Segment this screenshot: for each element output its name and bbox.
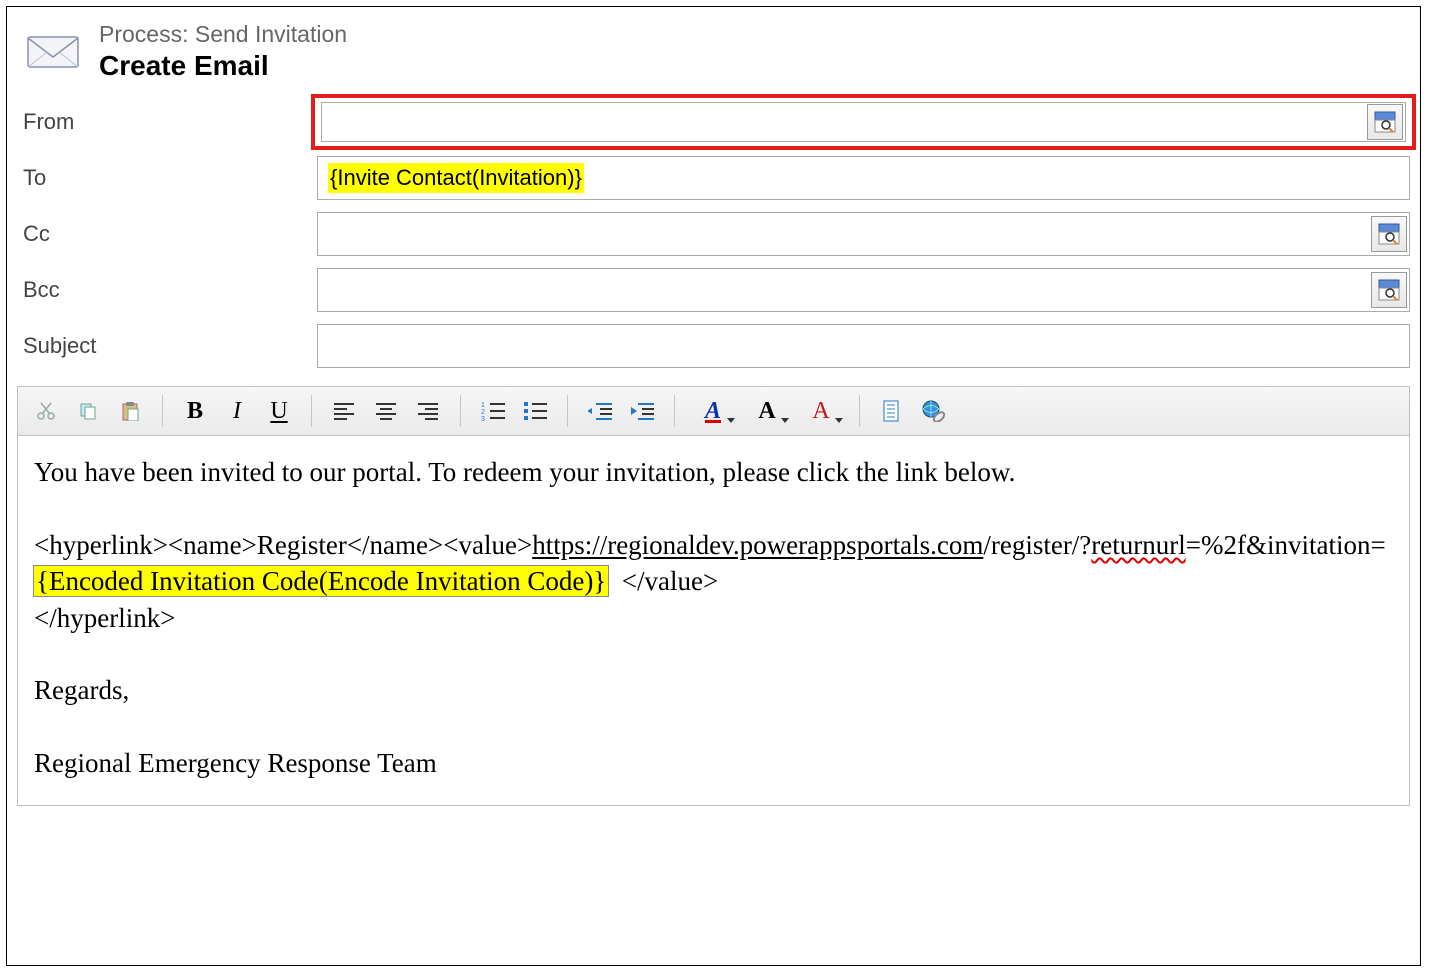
toolbar-separator (674, 395, 675, 427)
font-size-button[interactable]: A (743, 393, 791, 429)
align-left-button[interactable] (326, 393, 362, 429)
blank-line (34, 642, 1393, 672)
blank-line (34, 497, 1393, 527)
cc-lookup-button[interactable] (1371, 216, 1407, 252)
email-body-editor[interactable]: You have been invited to our portal. To … (17, 436, 1410, 806)
cut-button[interactable] (28, 393, 64, 429)
bcc-label: Bcc (19, 277, 317, 303)
globe-link-icon (922, 400, 946, 422)
to-input-wrap: {Invite Contact(Invitation)} (317, 156, 1410, 200)
copy-button[interactable] (70, 393, 106, 429)
cc-input[interactable] (317, 212, 1410, 256)
align-center-button[interactable] (368, 393, 404, 429)
encoded-invitation-code: {Encoded Invitation Code(Encode Invitati… (34, 566, 608, 596)
ordered-list-button[interactable]: 123 (475, 393, 511, 429)
toolbar-separator (859, 395, 860, 427)
to-row: To {Invite Contact(Invitation)} (17, 156, 1410, 200)
document-icon (882, 400, 902, 422)
page-title: Create Email (99, 50, 347, 82)
align-right-button[interactable] (410, 393, 446, 429)
toolbar-separator (311, 395, 312, 427)
from-input[interactable] (321, 102, 1406, 142)
url-part2: /register/? (983, 530, 1091, 560)
align-right-icon (417, 402, 439, 420)
create-email-form: Process: Send Invitation Create Email Fr… (6, 6, 1421, 966)
hyper-open: <hyperlink><name>Register</name><value> (34, 530, 532, 560)
from-label: From (19, 109, 317, 135)
url-part4: =%2f&invitation= (1186, 530, 1386, 560)
paste-icon (120, 401, 140, 421)
font-style-icon: A (705, 398, 721, 425)
header-text: Process: Send Invitation Create Email (99, 21, 347, 82)
indent-button[interactable] (624, 393, 660, 429)
hyper-close: </hyperlink> (34, 603, 175, 633)
cc-input-wrap (317, 212, 1410, 256)
body-signature: Regional Emergency Response Team (34, 745, 1393, 781)
toolbar-separator (162, 395, 163, 427)
body-line-1: You have been invited to our portal. To … (34, 454, 1393, 490)
align-left-icon (333, 402, 355, 420)
process-label: Process: Send Invitation (99, 21, 347, 48)
font-color-icon: A (812, 398, 829, 425)
from-lookup-button[interactable] (1367, 104, 1403, 140)
ordered-list-icon: 123 (481, 401, 505, 421)
header: Process: Send Invitation Create Email (17, 15, 1410, 100)
unordered-list-icon (523, 401, 547, 421)
blank-line (34, 715, 1393, 745)
bold-button[interactable]: B (177, 393, 213, 429)
insert-hyperlink-button[interactable] (916, 393, 952, 429)
font-size-icon: A (758, 398, 775, 425)
toolbar-separator (567, 395, 568, 427)
to-input[interactable]: {Invite Contact(Invitation)} (317, 156, 1410, 200)
url-part3-spellcheck: returnurl (1091, 530, 1185, 560)
subject-row: Subject (17, 324, 1410, 368)
to-label: To (19, 165, 317, 191)
cc-label: Cc (19, 221, 317, 247)
to-dynamic-value: {Invite Contact(Invitation)} (328, 163, 584, 193)
paste-button[interactable] (112, 393, 148, 429)
body-hyperlink-block: <hyperlink><name>Register</name><value>h… (34, 527, 1393, 636)
lookup-icon (1378, 279, 1400, 301)
bcc-input[interactable] (317, 268, 1410, 312)
font-style-button[interactable]: A (689, 393, 737, 429)
insert-document-button[interactable] (874, 393, 910, 429)
body-regards: Regards, (34, 672, 1393, 708)
subject-label: Subject (19, 333, 317, 359)
outdent-button[interactable] (582, 393, 618, 429)
editor-toolbar: B I U 123 A A A (17, 386, 1410, 436)
indent-icon (630, 401, 654, 421)
align-center-icon (375, 402, 397, 420)
bcc-input-wrap (317, 268, 1410, 312)
bcc-lookup-button[interactable] (1371, 272, 1407, 308)
svg-text:1: 1 (481, 402, 485, 409)
url-part1: https://regionaldev.powerappsportals.com (532, 530, 983, 560)
copy-icon (78, 401, 98, 421)
envelope-icon (25, 32, 81, 72)
lookup-icon (1378, 223, 1400, 245)
from-input-wrap (317, 100, 1410, 144)
cc-row: Cc (17, 212, 1410, 256)
hyper-close-value: </value> (622, 566, 718, 596)
font-color-button[interactable]: A (797, 393, 845, 429)
svg-text:3: 3 (481, 416, 485, 421)
lookup-icon (1374, 111, 1396, 133)
bcc-row: Bcc (17, 268, 1410, 312)
svg-text:2: 2 (481, 409, 485, 416)
italic-button[interactable]: I (219, 393, 255, 429)
cut-icon (36, 401, 56, 421)
toolbar-separator (460, 395, 461, 427)
underline-button[interactable]: U (261, 393, 297, 429)
unordered-list-button[interactable] (517, 393, 553, 429)
outdent-icon (588, 401, 612, 421)
subject-input[interactable] (317, 324, 1410, 368)
subject-input-wrap (317, 324, 1410, 368)
from-row: From (17, 100, 1410, 144)
